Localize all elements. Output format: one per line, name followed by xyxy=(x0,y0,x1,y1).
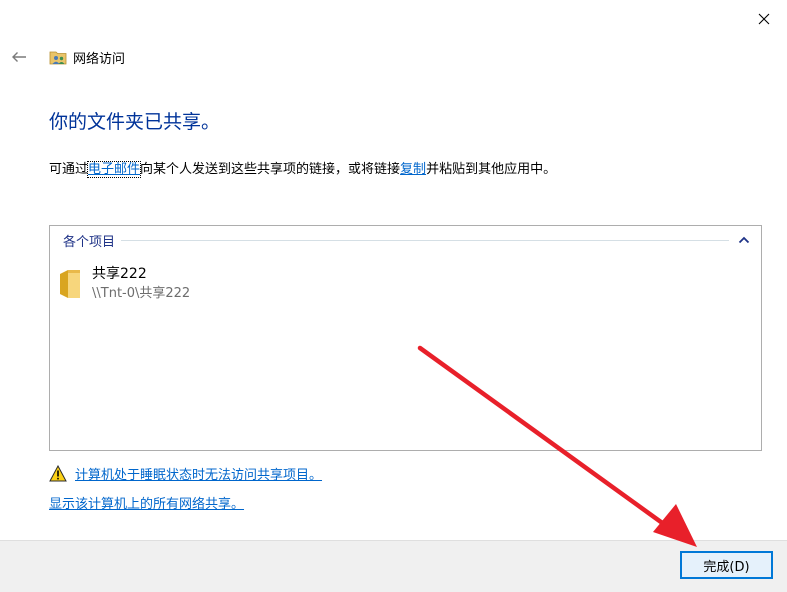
network-access-icon xyxy=(49,51,67,65)
close-button[interactable] xyxy=(741,0,787,38)
description-middle: 向某个人发送到这些共享项的链接，或将链接 xyxy=(140,162,401,177)
description-suffix: 并粘贴到其他应用中。 xyxy=(426,162,557,177)
description-prefix: 可通过 xyxy=(49,162,89,177)
shared-item-name: 共享222 xyxy=(92,266,147,282)
chevron-up-icon xyxy=(738,236,750,244)
finish-button[interactable]: 完成(D) xyxy=(680,551,773,579)
email-link[interactable]: 电子邮件 xyxy=(87,161,142,178)
back-button[interactable] xyxy=(6,44,32,70)
items-group-header: 各个项目 xyxy=(63,231,751,250)
close-icon xyxy=(758,13,770,25)
share-description: 可通过电子邮件向某个人发送到这些共享项的链接，或将链接复制并粘贴到其他应用中。 xyxy=(49,158,557,178)
show-all-shares-link[interactable]: 显示该计算机上的所有网络共享。 xyxy=(49,493,244,512)
shared-item[interactable]: 共享222 \\Tnt-0\共享222 xyxy=(58,264,358,306)
group-divider xyxy=(121,239,729,241)
network-access-dialog: 网络访问 你的文件夹已共享。 可通过电子邮件向某个人发送到这些共享项的链接，或将… xyxy=(0,0,787,592)
sleep-warning-row: 计算机处于睡眠状态时无法访问共享项目。 xyxy=(49,462,322,484)
window-title-row: 网络访问 xyxy=(49,46,125,68)
warning-icon xyxy=(49,464,67,481)
page-heading: 你的文件夹已共享。 xyxy=(49,111,221,133)
shared-item-text: 共享222 \\Tnt-0\共享222 xyxy=(92,264,190,304)
window-title: 网络访问 xyxy=(73,51,126,67)
sleep-warning-link[interactable]: 计算机处于睡眠状态时无法访问共享项目。 xyxy=(75,464,322,483)
dialog-footer: 完成(D) xyxy=(0,540,787,592)
shared-items-panel: 各个项目 共享222 \\Tnt-0\共享222 xyxy=(49,225,762,451)
shared-item-path: \\Tnt-0\共享222 xyxy=(92,286,191,301)
folder-icon xyxy=(60,270,80,298)
back-arrow-icon xyxy=(12,52,26,62)
group-label: 各个项目 xyxy=(63,234,116,250)
copy-link[interactable]: 复制 xyxy=(400,162,426,177)
collapse-group-button[interactable] xyxy=(737,233,751,247)
